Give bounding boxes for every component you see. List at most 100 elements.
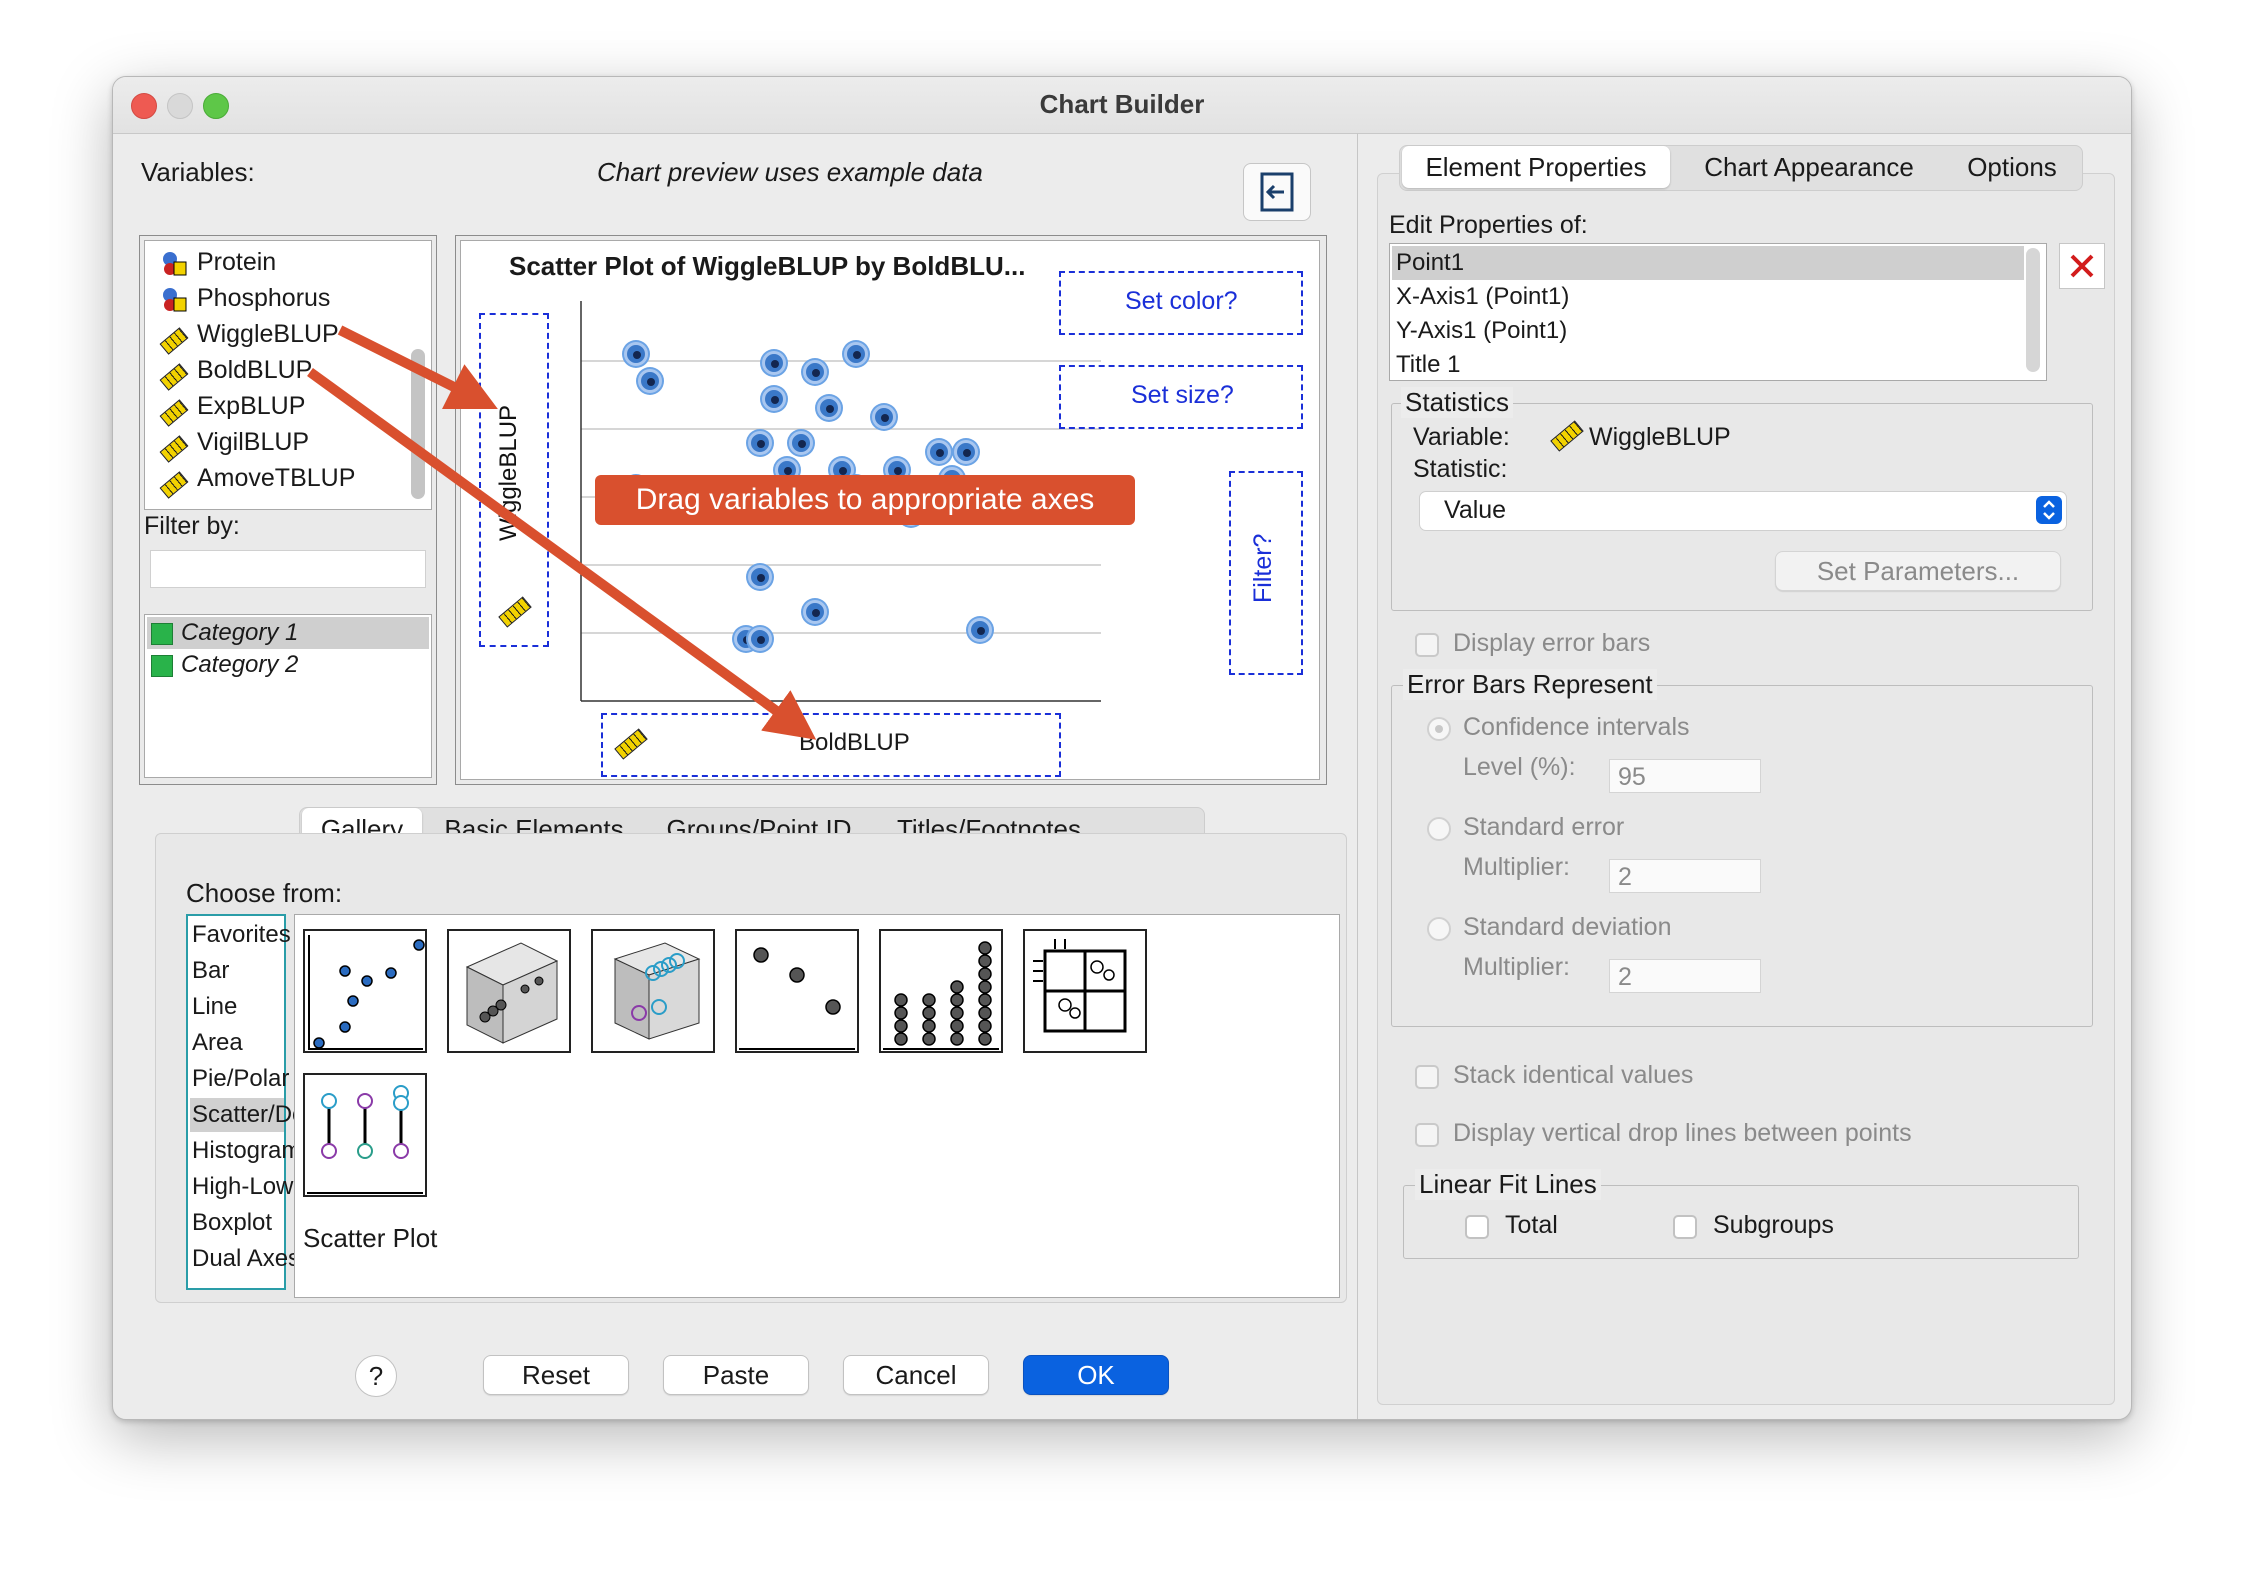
chart-type-item[interactable]: Dual Axes [190,1242,300,1276]
chart-type-list[interactable]: Favorites Bar Line Area Pie/Polar Scatter/Dot… [186,914,312,1290]
subgroups-checkbox[interactable] [1673,1215,1697,1239]
linear-fit-title: Linear Fit Lines [1415,1169,1601,1200]
statistic-select[interactable]: Value [1419,491,2067,531]
edit-properties-item[interactable]: Title 1 [1392,348,2024,382]
selected-thumb-label: Scatter Plot [303,1223,438,1253]
category-2-row[interactable]: Category 2 [147,649,429,681]
pane-divider[interactable] [1357,133,1358,1419]
set-parameters-button[interactable]: Set Parameters... [1775,551,2061,591]
reset-preview-button[interactable] [1243,163,1311,221]
edit-list-scrollbar[interactable] [2026,248,2040,372]
preview-note: Chart preview uses example data [597,157,983,187]
scatter-matrix-thumb[interactable] [1023,929,1147,1053]
confidence-intervals-label: Confidence intervals [1463,713,1690,741]
tab-options[interactable]: Options [1948,146,2076,188]
variable-item[interactable]: Phosphorus [161,281,330,315]
choose-from-label: Choose from: [186,878,343,908]
confidence-intervals-radio[interactable] [1427,717,1451,741]
delete-x-icon [2070,254,2094,278]
error-bars-title: Error Bars Represent [1403,669,1657,700]
variables-list[interactable]: Protein Phosphorus WiggleBLUP BoldBLUP ExpBL… [144,240,432,510]
tab-element-properties[interactable]: Element Properties [1402,146,1670,188]
chart-type-item[interactable]: Boxplot [190,1206,284,1240]
chart-type-item[interactable]: Histogram [190,1134,301,1168]
edit-properties-list[interactable]: Point1 X-Axis1 (Point1) Y-Axis1 (Point1) Ti… [1389,243,2047,381]
chart-type-item[interactable]: Bar [190,954,284,988]
tab-chart-appearance[interactable]: Chart Appearance [1684,146,1934,188]
chart-type-item[interactable]: High-Low [190,1170,293,1204]
total-checkbox[interactable] [1465,1215,1489,1239]
cancel-button[interactable]: Cancel [843,1355,989,1395]
variable-name: Phosphorus [197,284,331,312]
dot-plot-thumb[interactable] [879,929,1003,1053]
dot-plot-dot [922,1019,936,1033]
drop-line-thumb[interactable] [303,1073,427,1197]
set-color-drop-zone[interactable]: Set color? [1059,271,1303,335]
category-1-row[interactable]: Category 1 [147,617,429,649]
drop-line-icon [307,1085,423,1194]
chart-type-item[interactable]: Scatter/Dot [190,1098,312,1132]
chart-type-item[interactable]: Line [190,990,284,1024]
variable-item[interactable]: Protein [161,245,276,279]
paste-button[interactable]: Paste [663,1355,809,1395]
reset-button[interactable]: Reset [483,1355,629,1395]
variable-name: VigilBLUP [197,428,310,456]
summary-point-thumb[interactable] [735,929,859,1053]
variable-item[interactable]: VigilBLUP [159,425,310,463]
variable-item[interactable]: BoldBLUP [159,353,312,391]
preview-canvas[interactable]: Scatter Plot of WiggleBLUP by BoldBLU...… [460,240,1320,780]
scale-ruler-icon [159,358,189,391]
ok-button[interactable]: OK [1023,1355,1169,1395]
stack-identical-checkbox[interactable] [1415,1065,1439,1089]
variables-label: Variables: [141,157,255,187]
gallery-thumbnails: Scatter Plot [294,914,1340,1298]
edit-properties-item[interactable]: X-Axis1 (Point1) [1392,280,2024,314]
set-size-drop-zone[interactable]: Set size? [1059,365,1303,429]
scatter-point [802,360,827,385]
variable-item[interactable]: ExpBLUP [159,389,305,427]
grouped-3d-scatter-icon [613,942,701,1040]
se-multiplier-label: Multiplier: [1463,853,1570,881]
variable-item[interactable]: WiggleBLUP [159,317,339,355]
simple-scatter-thumb[interactable] [303,929,427,1053]
scatter-point [954,440,978,465]
level-input[interactable]: 95 [1609,759,1761,793]
dot-plot-dot [922,1006,936,1020]
chart-type-item[interactable]: Pie/Polar [190,1062,289,1096]
grouped-3d-scatter-thumb[interactable] [591,929,715,1053]
edit-properties-item[interactable]: Y-Axis1 (Point1) [1392,314,2024,348]
dot-plot-dot [922,1032,936,1046]
standard-error-radio[interactable] [1427,817,1451,841]
chart-type-item[interactable]: Favorites [190,918,291,952]
filter-drop-zone[interactable]: Filter? [1229,471,1303,675]
statistic-select-value: Value [1444,496,1507,524]
display-error-bars-checkbox[interactable] [1415,633,1439,657]
categories-list[interactable]: Category 1 Category 2 [144,614,432,778]
dot-plot-dot [950,993,964,1007]
drop-lines-label: Display vertical drop lines between poin… [1453,1119,1912,1147]
drop-lines-checkbox[interactable] [1415,1123,1439,1147]
scatter-point [637,369,662,393]
scatter-matrix-icon [1033,939,1127,1033]
filter-input[interactable] [150,550,426,588]
variable-item[interactable]: AmoveTBLUP [159,461,355,499]
sd-multiplier-label: Multiplier: [1463,953,1570,981]
variables-scrollbar[interactable] [411,349,425,499]
delete-element-button[interactable] [2059,243,2105,289]
sd-multiplier-input[interactable]: 2 [1609,959,1761,993]
dot-plot-dot [950,1019,964,1033]
y-axis-drop-zone[interactable]: WiggleBLUP [479,313,549,647]
summary-point-icon [739,947,855,1050]
dot-plot-dot [950,1006,964,1020]
variable-value: WiggleBLUP [1589,423,1731,451]
dot-plot-dot [978,1019,992,1033]
scatter-point [747,626,772,651]
dot-plot-dot [978,980,992,994]
standard-deviation-radio[interactable] [1427,917,1451,941]
edit-properties-item[interactable]: Point1 [1392,246,2024,280]
3d-scatter-thumb[interactable] [447,929,571,1053]
se-multiplier-input[interactable]: 2 [1609,859,1761,893]
x-axis-drop-zone[interactable]: BoldBLUP [601,713,1061,777]
chart-type-item[interactable]: Area [190,1026,284,1060]
help-button[interactable]: ? [355,1355,397,1397]
